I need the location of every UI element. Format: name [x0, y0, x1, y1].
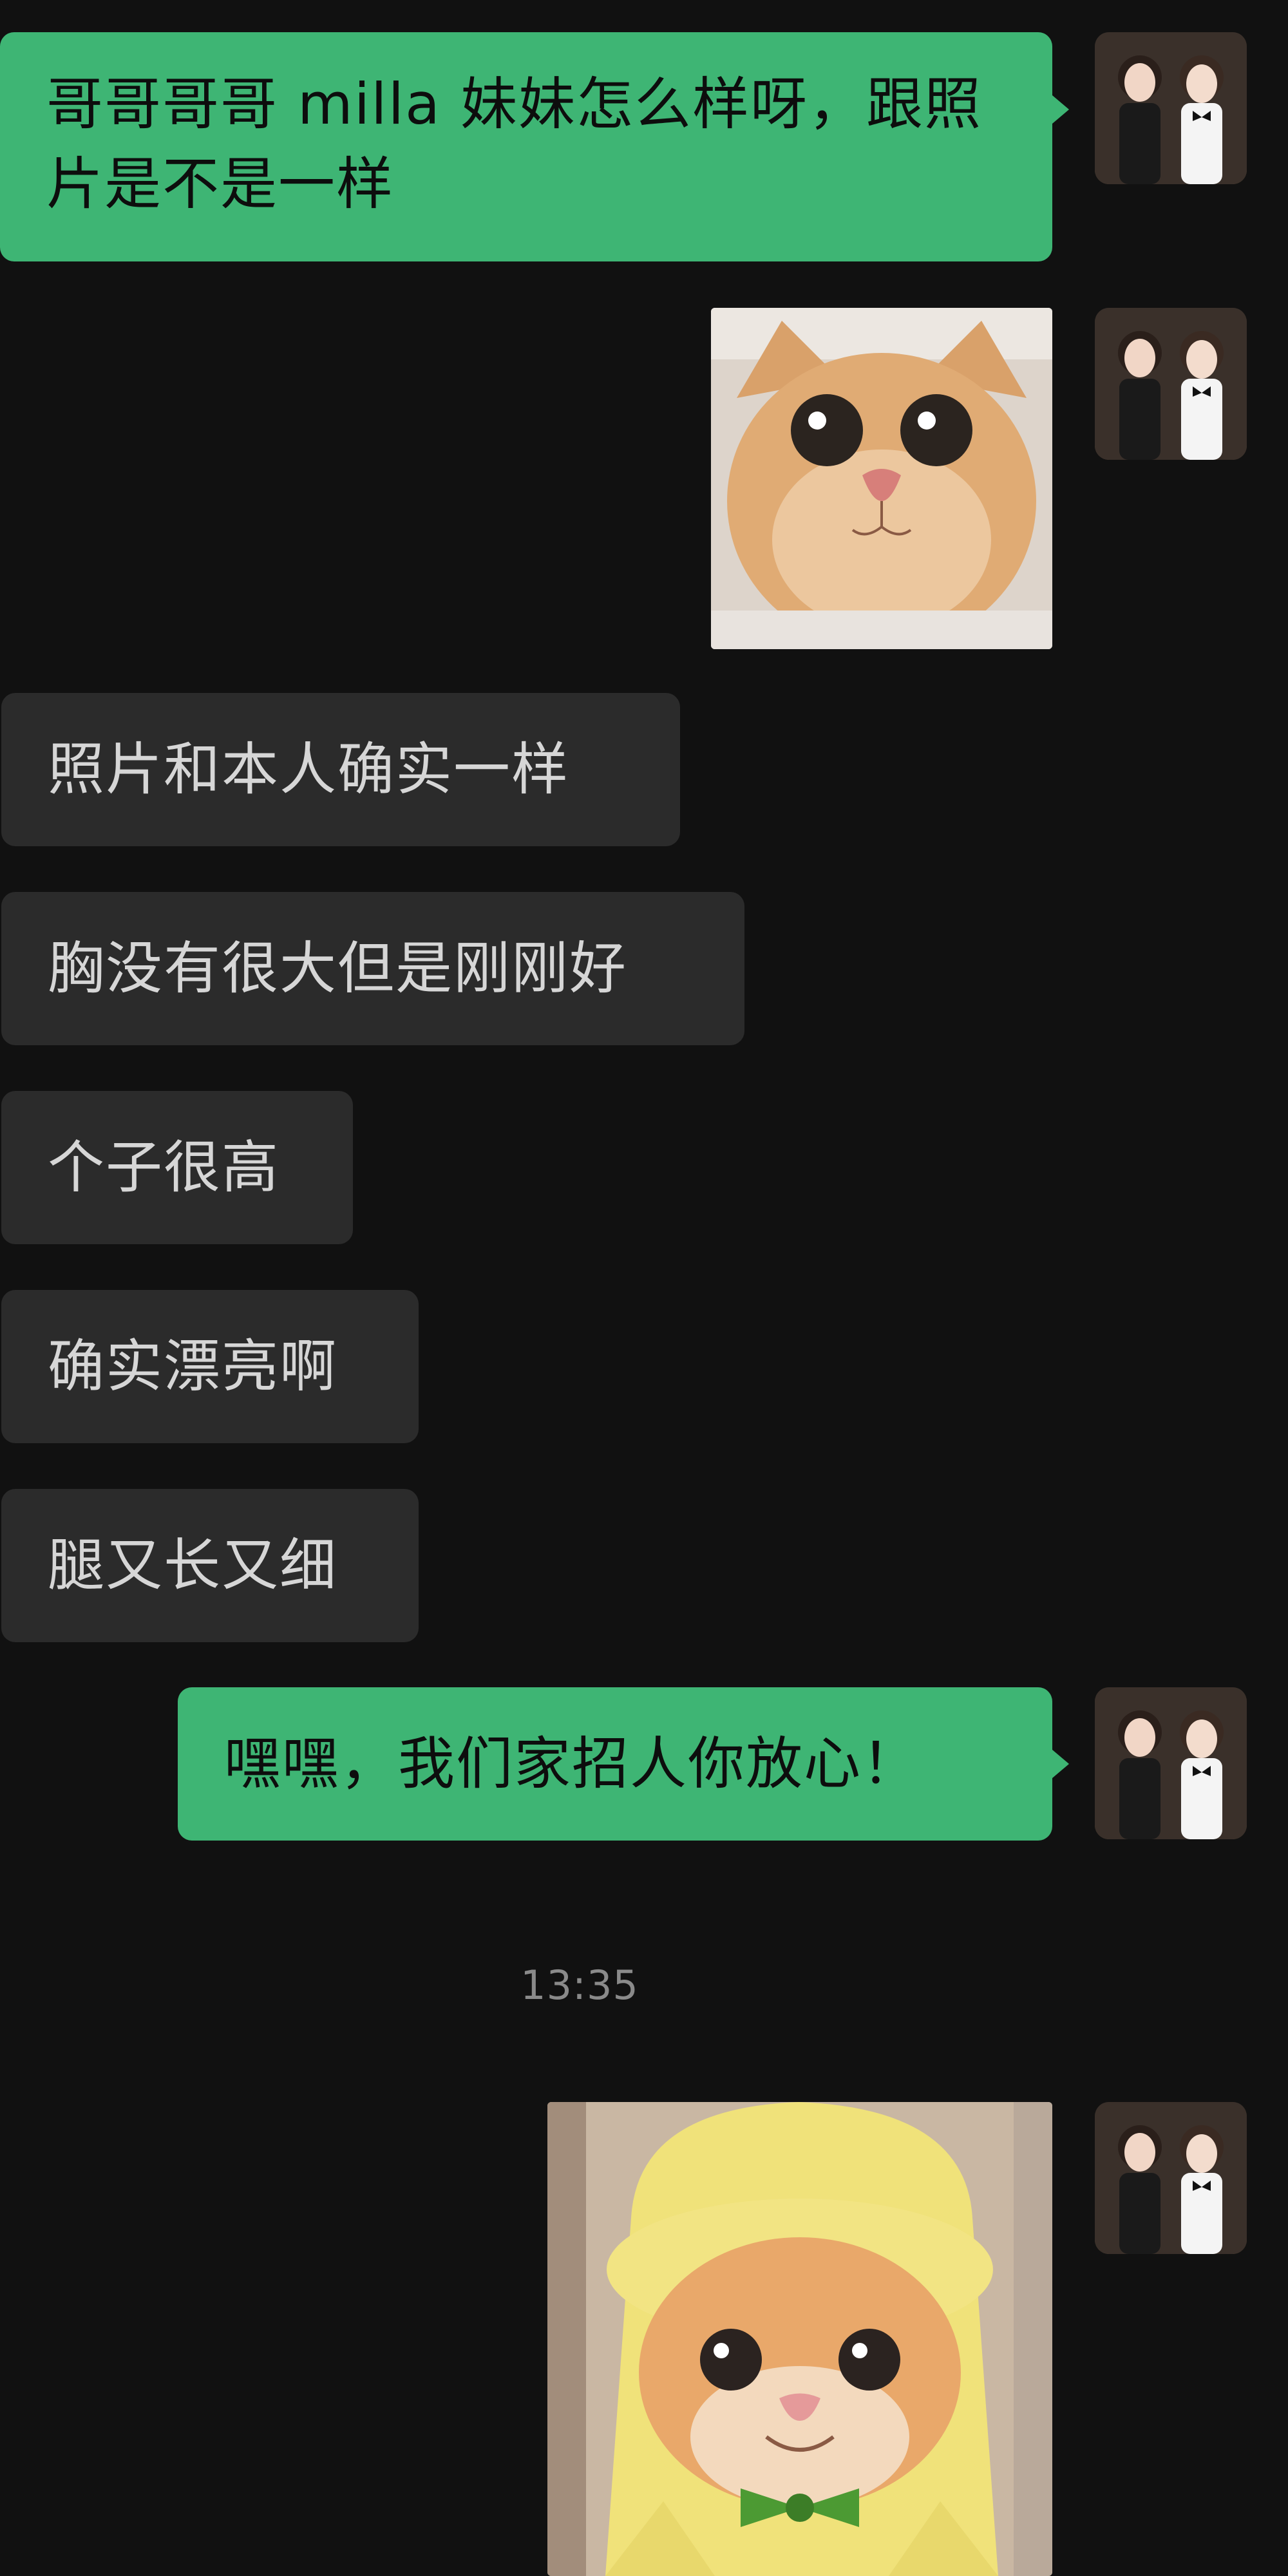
- avatar[interactable]: [1095, 2102, 1247, 2254]
- timestamp: 13:35: [520, 1962, 639, 2009]
- message-text: 腿又长又细: [48, 1532, 338, 1598]
- incoming-message-bubble[interactable]: 胸没有很大但是刚刚好: [1, 892, 744, 1045]
- bubble-tail: [1052, 1750, 1069, 1778]
- message-text: 哥哥哥哥 milla 妹妹怎么样呀，跟照片是不是一样: [46, 71, 982, 217]
- incoming-message-bubble[interactable]: 确实漂亮啊: [1, 1290, 419, 1443]
- cat-closeup-photo[interactable]: [711, 308, 1052, 649]
- message-text: 胸没有很大但是刚刚好: [48, 935, 628, 1001]
- message-text: 嘿嘿，我们家招人你放心！: [224, 1730, 920, 1797]
- bubble-tail: [1052, 95, 1069, 124]
- two-girls-avatar-icon: [1095, 2102, 1247, 2254]
- avatar[interactable]: [1095, 32, 1247, 184]
- outgoing-message-bubble[interactable]: 嘿嘿，我们家招人你放心！: [178, 1687, 1052, 1841]
- two-girls-avatar-icon: [1095, 32, 1247, 184]
- message-text: 确实漂亮啊: [48, 1333, 338, 1399]
- incoming-message-bubble[interactable]: 腿又长又细: [1, 1489, 419, 1642]
- avatar[interactable]: [1095, 308, 1247, 460]
- outgoing-message-bubble[interactable]: 哥哥哥哥 milla 妹妹怎么样呀，跟照片是不是一样: [0, 32, 1052, 261]
- two-girls-avatar-icon: [1095, 308, 1247, 460]
- incoming-message-bubble[interactable]: 照片和本人确实一样: [1, 693, 680, 846]
- cat-in-banana-costume-photo[interactable]: [547, 2102, 1052, 2576]
- chat-window: 哥哥哥哥 milla 妹妹怎么样呀，跟照片是不是一样 照片和本人确实一样 胸没有…: [0, 0, 1288, 2576]
- incoming-message-bubble[interactable]: 个子很高: [1, 1091, 353, 1244]
- message-text: 照片和本人确实一样: [48, 736, 570, 802]
- two-girls-avatar-icon: [1095, 1687, 1247, 1839]
- avatar[interactable]: [1095, 1687, 1247, 1839]
- message-text: 个子很高: [48, 1134, 280, 1200]
